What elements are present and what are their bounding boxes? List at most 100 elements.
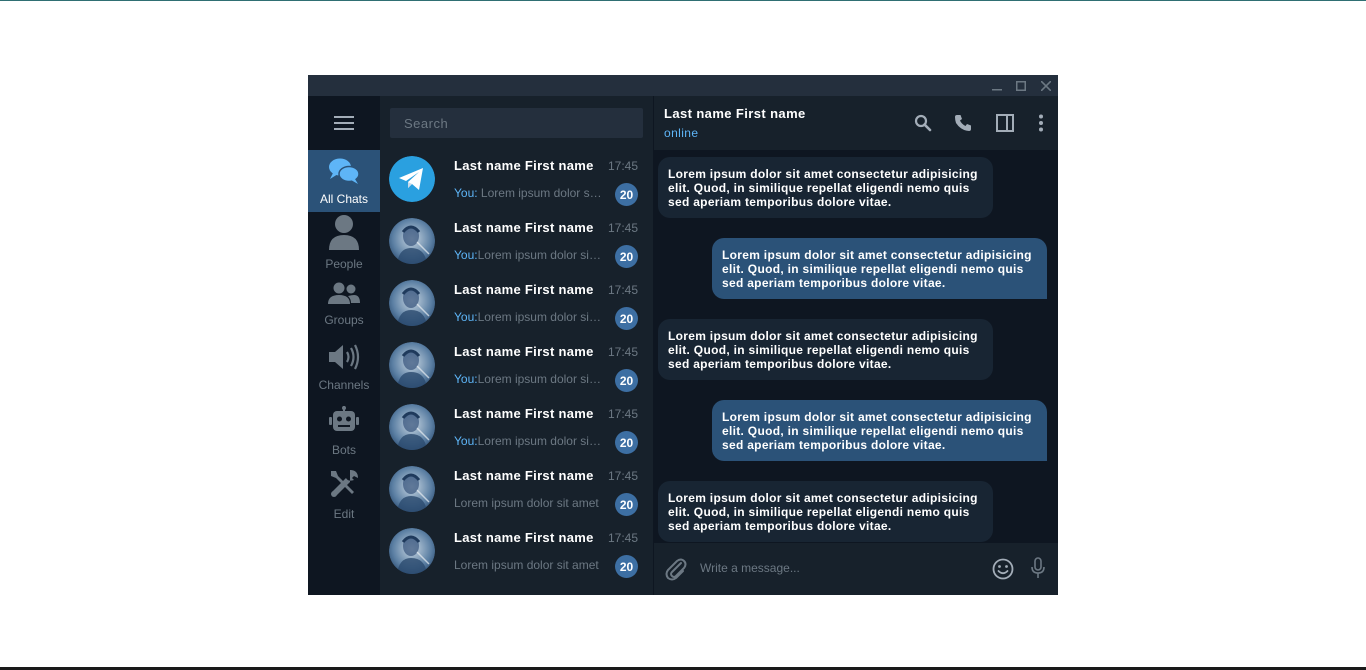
unread-badge: 20 [615, 493, 638, 516]
nav-item-label: People [325, 257, 363, 271]
nav-item-label: Groups [324, 313, 364, 327]
preview-text: Lorem ipsum dolor sit amet [477, 434, 604, 448]
chat-list-item[interactable]: Last name First name 17:45 You: Lorem ipsu… [380, 150, 653, 212]
nav-item-label: All Chats [319, 192, 369, 206]
paperclip-icon[interactable] [664, 557, 688, 581]
nav-item-label: Edit [333, 507, 355, 521]
message-incoming: Lorem ipsum dolor sit amet consectetur a… [658, 157, 993, 218]
chat-preview: You:Lorem ipsum dolor sit amet [454, 310, 604, 324]
chat-name: Last name First name [454, 220, 594, 235]
preview-text: Lorem ipsum dolor sit amet [477, 372, 604, 386]
chat-list-item[interactable]: Last name First name 17:45 Lorem ipsum dol… [380, 460, 653, 522]
chat-time: 17:45 [607, 345, 638, 359]
unread-badge: 20 [615, 245, 638, 268]
search-icon[interactable] [912, 112, 934, 134]
more-vertical-icon[interactable] [1030, 112, 1052, 134]
sender-prefix: You: [454, 434, 478, 448]
chat-list-item[interactable]: Last name First name 17:45 You:Lorem ipsum… [380, 398, 653, 460]
sender-prefix: You: [454, 186, 481, 200]
side-panel-icon[interactable] [994, 112, 1016, 134]
sender-prefix: You: [454, 248, 478, 262]
robot-icon [328, 406, 360, 441]
chat-name: Last name First name [454, 406, 594, 421]
unread-badge: 20 [615, 307, 638, 330]
maximize-icon[interactable] [1009, 75, 1033, 96]
avatar [389, 466, 435, 512]
message-outgoing: Lorem ipsum dolor sit amet consectetur a… [712, 238, 1047, 299]
message-outgoing: Lorem ipsum dolor sit amet consectetur a… [712, 400, 1047, 461]
nav-item-all-chats[interactable]: All Chats [308, 150, 380, 212]
preview-text: Lorem ipsum dolor sit amet [477, 248, 604, 262]
close-icon[interactable] [1034, 75, 1058, 96]
unread-badge: 20 [615, 431, 638, 454]
chat-time: 17:45 [607, 407, 638, 421]
conversation-panel: Last name First name online Lorem ipsum … [654, 96, 1058, 595]
chat-preview: You:Lorem ipsum dolor sit amet [454, 248, 604, 262]
preview-text: Lorem ipsum dolor sit amet [454, 496, 599, 510]
telegram-logo-icon [389, 156, 435, 202]
contact-status: online [664, 126, 699, 140]
microphone-icon[interactable] [1028, 556, 1048, 580]
hamburger-menu-icon[interactable] [308, 96, 380, 150]
person-icon [328, 214, 360, 255]
chat-preview: Lorem ipsum dolor sit amet [454, 558, 604, 572]
messenger-window: All Chats People Groups Channels Bots Ed… [308, 75, 1058, 595]
message-input[interactable] [698, 555, 982, 581]
avatar [389, 528, 435, 574]
page-top-border [0, 0, 1366, 1]
chat-bubbles-icon [328, 157, 360, 190]
nav-item-bots[interactable]: Bots [308, 404, 380, 466]
chat-preview: You: Lorem ipsum dolor sit amet [454, 186, 604, 200]
chat-time: 17:45 [607, 283, 638, 297]
chat-name: Last name First name [454, 530, 594, 545]
unread-badge: 20 [615, 183, 638, 206]
message-composer [654, 543, 1058, 595]
chat-name: Last name First name [454, 282, 594, 297]
chat-name: Last name First name [454, 468, 594, 483]
chat-time: 17:45 [607, 159, 638, 173]
chat-list-item[interactable]: Last name First name 17:45 Lorem ipsum dol… [380, 522, 653, 584]
avatar [389, 342, 435, 388]
chat-list: Last name First name17:45You: Lorem ipsu… [380, 96, 654, 595]
message-incoming: Lorem ipsum dolor sit amet consectetur a… [658, 319, 993, 380]
chat-preview: You:Lorem ipsum dolor sit amet [454, 434, 604, 448]
chat-list-item[interactable]: Last name First name 17:45 You:Lorem ipsum… [380, 212, 653, 274]
chat-preview: You:Lorem ipsum dolor sit amet [454, 372, 604, 386]
nav-item-edit[interactable]: Edit [308, 465, 380, 527]
chat-time: 17:45 [607, 469, 638, 483]
nav-item-groups[interactable]: Groups [308, 280, 380, 336]
message-incoming: Lorem ipsum dolor sit amet consectetur a… [658, 481, 993, 542]
chat-time: 17:45 [607, 531, 638, 545]
preview-text: Lorem ipsum dolor sit amet [480, 186, 604, 200]
chat-preview: Lorem ipsum dolor sit amet [454, 496, 604, 510]
search-input[interactable] [390, 108, 643, 138]
phone-icon[interactable] [952, 112, 974, 134]
nav-item-label: Bots [331, 443, 356, 457]
tools-icon [328, 468, 360, 505]
title-bar [308, 75, 1058, 96]
preview-text: Lorem ipsum dolor sit amet [477, 310, 604, 324]
emoji-icon[interactable] [991, 557, 1015, 581]
nav-sidebar: All Chats People Groups Channels Bots Ed… [308, 96, 380, 595]
minimize-icon[interactable] [985, 75, 1009, 96]
sender-prefix: You: [454, 372, 478, 386]
nav-item-label: Channels [318, 378, 370, 392]
group-icon [328, 282, 360, 311]
avatar [389, 218, 435, 264]
chat-list-item[interactable]: Last name First name 17:45 You:Lorem ipsum… [380, 274, 653, 336]
contact-name[interactable]: Last name First name [664, 106, 806, 121]
chat-list-item[interactable]: Last name First name 17:45 You:Lorem ipsum… [380, 336, 653, 398]
sender-prefix: You: [454, 310, 478, 324]
preview-text: Lorem ipsum dolor sit amet [454, 558, 599, 572]
unread-badge: 20 [615, 555, 638, 578]
nav-item-people[interactable]: People [308, 213, 380, 275]
conversation-header: Last name First name online [654, 96, 1058, 150]
message-list[interactable]: Lorem ipsum dolor sit amet consectetur a… [654, 150, 1058, 543]
chat-name: Last name First name [454, 158, 594, 173]
avatar [389, 404, 435, 450]
avatar [389, 280, 435, 326]
chat-time: 17:45 [607, 221, 638, 235]
nav-item-channels[interactable]: Channels [308, 340, 380, 402]
unread-badge: 20 [615, 369, 638, 392]
speaker-icon [328, 343, 360, 376]
